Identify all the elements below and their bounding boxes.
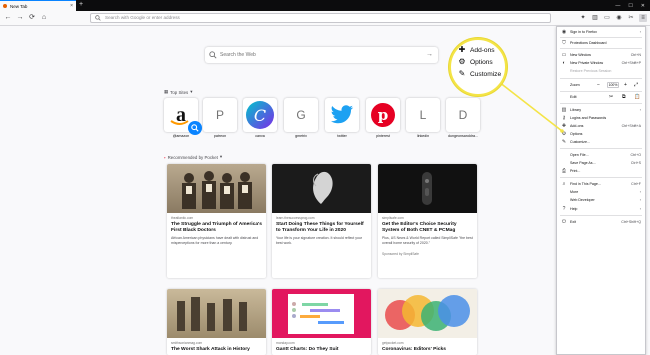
callout-add-ons: ✚ Add-ons xyxy=(458,46,495,54)
callout-options: ⚙ Options xyxy=(458,57,493,66)
magnified-callout: ✚ Add-ons ⚙ Options ✎ Customize xyxy=(449,38,507,96)
callout-customize: ✎ Customize xyxy=(458,69,502,78)
callout-leader-line xyxy=(498,81,564,133)
callout-label: Options xyxy=(470,58,493,66)
puzzle-icon: ✚ xyxy=(458,45,466,54)
pencil-icon: ✎ xyxy=(458,69,466,78)
callout-label: Add-ons xyxy=(470,46,495,54)
callout-label: Customize xyxy=(470,70,502,78)
gear-icon: ⚙ xyxy=(458,57,466,66)
